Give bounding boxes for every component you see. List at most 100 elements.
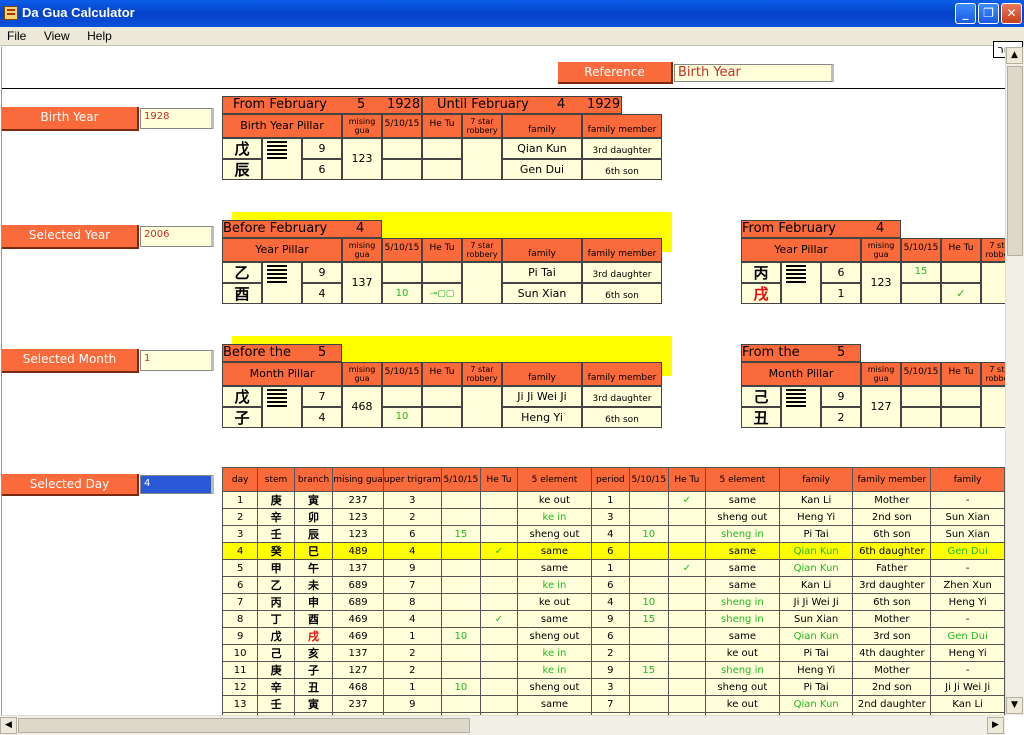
table-cell: same <box>517 610 592 628</box>
table-cell <box>667 678 706 696</box>
selected-day-button[interactable]: Selected Day <box>2 474 139 496</box>
table-cell: 5 <box>221 559 259 577</box>
year-right-5-10-15: 15 <box>901 262 941 283</box>
table-cell: 3 <box>221 525 259 543</box>
reference-button[interactable]: Reference <box>558 62 673 84</box>
month-right-lower-num: 2 <box>821 407 861 428</box>
table-cell <box>440 610 481 628</box>
table-cell: 1 <box>382 627 442 645</box>
table-cell <box>667 525 706 543</box>
table-cell: 6 <box>221 576 259 594</box>
scroll-up-icon[interactable]: ▲ <box>1006 47 1023 64</box>
table-row[interactable]: 10 己亥 137 2 ke in 2 ke out Pi Tai 4th daughter He… <box>221 644 1005 662</box>
table-cell: 4 <box>382 542 442 560</box>
table-cell <box>440 695 481 713</box>
title-bar: Da Gua Calculator _ ❐ ✕ <box>0 0 1024 27</box>
menu-file[interactable]: File <box>0 27 33 45</box>
birth-pillar-header: Birth Year Pillar <box>222 114 342 138</box>
table-row[interactable]: 3 壬辰 123 6 15 sheng out 4 10 sheng in Pi Tai 6th s… <box>221 525 1005 543</box>
table-cell: ke in <box>517 644 592 662</box>
table-cell: ke out <box>704 644 780 662</box>
birth-year-input[interactable]: 1928 <box>140 108 214 129</box>
table-cell: 4th daughter <box>852 644 932 662</box>
reference-select[interactable]: Birth Year <box>674 64 834 82</box>
month-right-cell <box>981 386 1005 428</box>
table-row[interactable]: 7 丙申 689 8 ke out 4 10 sheng in Ji Ji Wei Ji 6th … <box>221 593 1005 611</box>
menu-view[interactable]: View <box>37 27 77 45</box>
scroll-down-icon[interactable]: ▼ <box>1006 697 1023 714</box>
scroll-right-icon[interactable]: ▶ <box>987 717 1004 734</box>
table-row[interactable]: 2 辛卯 123 2 ke in 3 sheng out Heng Yi 2nd son Sun … <box>221 508 1005 526</box>
table-cell: ke in <box>517 508 592 526</box>
close-button[interactable]: ✕ <box>1001 3 1022 24</box>
table-row[interactable]: 9 戊戌 469 1 10 sheng out 6 same Qian Kun 3rd son Ge… <box>221 627 1005 645</box>
table-cell: 亥 <box>293 644 334 662</box>
table-cell: 689 <box>332 593 384 611</box>
table-cell: sheng out <box>517 627 592 645</box>
year-right-missing-gua-header: mising gua <box>861 238 901 262</box>
table-cell <box>628 695 669 713</box>
table-cell: 3 <box>382 491 442 509</box>
scroll-left-icon[interactable]: ◀ <box>0 717 17 734</box>
table-cell: 卯 <box>293 508 334 526</box>
table-row[interactable]: 8 丁酉 469 4 ✓ same 9 15 sheng in Sun Xian Mother - <box>221 610 1005 628</box>
month-stem: 戊 <box>222 386 262 407</box>
horizontal-scrollbar[interactable]: ◀ ▶ <box>0 715 1005 735</box>
maximize-button[interactable]: ❐ <box>978 3 999 24</box>
year-cell <box>422 262 462 283</box>
table-cell <box>667 661 706 679</box>
selected-month-button[interactable]: Selected Month <box>2 349 139 373</box>
vertical-scrollbar[interactable]: ▲ ▼ <box>1005 47 1024 715</box>
month-right-stem: 己 <box>741 386 781 407</box>
month-missing-gua-header: mising gua <box>342 362 382 386</box>
minimize-button[interactable]: _ <box>955 3 976 24</box>
table-row[interactable]: 11 庚子 127 2 ke in 9 15 sheng in Heng Yi Mother - <box>221 661 1005 679</box>
table-cell: 乙 <box>257 576 295 594</box>
vertical-scroll-thumb[interactable] <box>1007 66 1023 256</box>
birth-upper-num: 9 <box>302 138 342 159</box>
selected-year-button[interactable]: Selected Year <box>2 225 139 249</box>
year-missing-gua-header: mising gua <box>342 238 382 262</box>
table-cell: Kan Li <box>778 491 854 509</box>
year-before-day: 4 <box>356 221 365 236</box>
hexagram-icon <box>267 389 287 407</box>
birth-year-button[interactable]: Birth Year <box>2 107 139 131</box>
year-he-tu-symbol-icon: ⊸▢▢ <box>422 283 462 304</box>
table-cell: 6 <box>590 627 630 645</box>
table-cell: 9 <box>590 661 630 679</box>
menu-help[interactable]: Help <box>80 27 119 45</box>
table-cell: same <box>704 559 780 577</box>
table-cell: 1 <box>382 678 442 696</box>
table-cell: 6 <box>590 576 630 594</box>
table-row[interactable]: 1 庚寅 237 3 ke out 1 ✓ same Kan Li Mother - <box>221 491 1005 509</box>
table-row[interactable]: 13 壬寅 237 9 same 7 ke out Qian Kun 2nd daughter K… <box>221 695 1005 713</box>
selected-day-input[interactable]: 4 <box>140 475 214 494</box>
selected-month-input[interactable]: 1 <box>140 350 214 371</box>
birth-family-1: Qian Kun <box>502 138 582 159</box>
table-cell: Mother <box>852 491 932 509</box>
table-cell: 4 <box>221 542 259 560</box>
check-icon: ✓ <box>941 283 981 304</box>
day-col-header: He Tu <box>479 467 519 492</box>
table-cell: 1 <box>590 559 630 577</box>
table-row[interactable]: 4 癸巳 489 4 ✓ same 6 same Qian Kun 6th daughter Gen… <box>221 542 1005 560</box>
table-row[interactable]: 12 辛丑 468 1 10 sheng out 3 sheng out Pi Tai 2nd s… <box>221 678 1005 696</box>
horizontal-scroll-thumb[interactable] <box>18 718 470 733</box>
table-cell: 6th son <box>852 525 932 543</box>
table-cell: Mother <box>852 661 932 679</box>
check-icon: ✓ <box>667 559 706 577</box>
table-cell: Heng Yi <box>930 593 1005 611</box>
table-cell: 1 <box>590 491 630 509</box>
selected-year-input[interactable]: 2006 <box>140 226 214 247</box>
birth-stem: 戊 <box>222 138 262 159</box>
table-cell <box>479 508 519 526</box>
table-row[interactable]: 5 甲午 137 9 same 1 ✓ same Qian Kun Father - <box>221 559 1005 577</box>
table-cell: same <box>517 695 592 713</box>
birth-from-label: From February <box>233 97 327 112</box>
table-cell <box>667 508 706 526</box>
birth-until-header: Until February 4 1929 <box>422 96 622 114</box>
table-cell: 6 <box>590 542 630 560</box>
table-row[interactable]: 6 乙未 689 7 ke in 6 same Kan Li 3rd daughter Zhen … <box>221 576 1005 594</box>
table-cell: sheng out <box>704 678 780 696</box>
year-right-stem: 丙 <box>741 262 781 283</box>
